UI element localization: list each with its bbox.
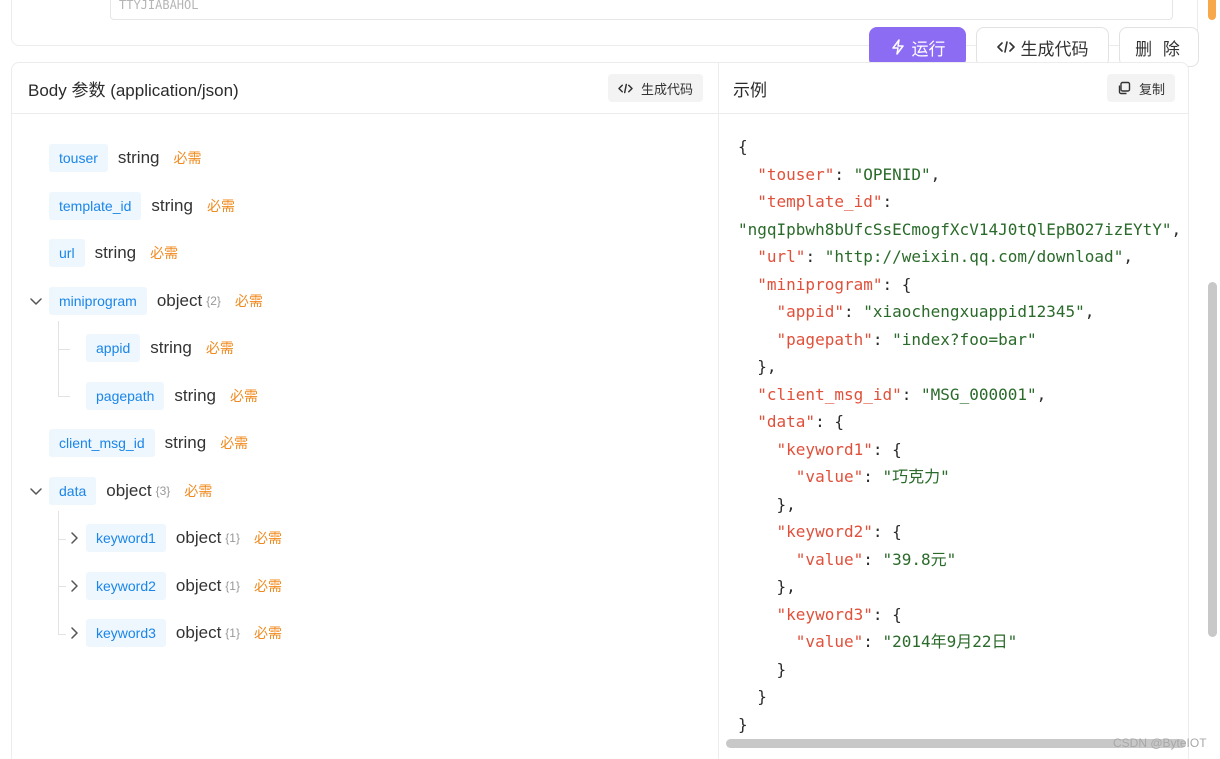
lightning-icon (891, 39, 904, 55)
field-name[interactable]: keyword1 (86, 524, 166, 552)
required-badge: 必需 (206, 198, 235, 214)
copy-button[interactable]: 复制 (1106, 74, 1175, 102)
field-name[interactable]: client_msg_id (49, 429, 155, 457)
child-count: {1} (225, 626, 240, 640)
required-badge: 必需 (184, 483, 213, 499)
schema-generate-code-label: 生成代码 (640, 81, 693, 97)
field-row: template_id string 必需 (49, 192, 235, 220)
field-row: appid string 必需 (86, 334, 234, 362)
schema-header: Body 参数 (application/json) 生成代码 (12, 63, 718, 114)
chevron-down-icon[interactable] (28, 483, 44, 499)
field-row: url string 必需 (49, 239, 178, 267)
field-row: data object {3} 必需 (49, 477, 212, 505)
required-badge: 必需 (220, 435, 249, 451)
param-input[interactable]: TTYJIABAHOL (110, 0, 1173, 20)
code-icon (996, 41, 1015, 53)
copy-icon (1118, 81, 1131, 95)
field-type: object (175, 576, 222, 595)
required-badge: 必需 (254, 625, 282, 641)
chevron-down-icon[interactable] (28, 293, 44, 309)
chevron-right-icon[interactable] (66, 578, 82, 594)
field-type: string (117, 148, 160, 167)
field-type: object (175, 528, 222, 547)
required-badge: 必需 (234, 293, 263, 309)
tree-line (58, 634, 66, 635)
required-badge: 必需 (205, 340, 234, 356)
example-header: 示例 复制 (719, 63, 1188, 114)
field-type: object (156, 291, 203, 310)
field-name[interactable]: miniprogram (49, 287, 147, 315)
required-badge: 必需 (150, 245, 179, 261)
field-name[interactable]: url (49, 239, 85, 267)
field-row: pagepath string 必需 (86, 382, 258, 410)
tree-line (58, 511, 59, 634)
field-row: touser string 必需 (49, 144, 202, 172)
field-name[interactable]: template_id (49, 192, 142, 220)
code-icon (618, 83, 633, 93)
tree-line (58, 349, 70, 350)
delete-button[interactable]: 删 除 (1119, 27, 1199, 67)
required-badge: 必需 (254, 578, 282, 594)
field-type: string (174, 386, 216, 405)
generate-code-label: 生成代码 (1020, 39, 1089, 59)
child-count: {2} (206, 294, 221, 308)
example-title: 示例 (733, 80, 767, 100)
schema-pane: Body 参数 (application/json) 生成代码 touser s… (12, 63, 719, 759)
field-type: string (164, 433, 207, 452)
page-vertical-scrollbar[interactable] (1208, 282, 1217, 637)
field-type: object (106, 481, 152, 500)
field-name[interactable]: appid (86, 334, 141, 362)
copy-label: 复制 (1138, 81, 1165, 97)
body-params-panel: Body 参数 (application/json) 生成代码 touser s… (11, 62, 1189, 759)
run-button-label: 运行 (911, 39, 946, 59)
tree-line (58, 396, 70, 397)
tree-line (58, 539, 66, 540)
schema-generate-code-button[interactable]: 生成代码 (607, 74, 703, 102)
child-count: {3} (155, 484, 171, 498)
field-name[interactable]: pagepath (86, 382, 165, 410)
field-name[interactable]: data (49, 477, 97, 505)
child-count: {1} (225, 579, 240, 593)
chevron-right-icon[interactable] (66, 530, 82, 546)
field-row: client_msg_id string 必需 (49, 429, 248, 457)
field-row: miniprogram object {2} 必需 (49, 287, 263, 315)
example-pane: 示例 复制 { "touser": "OPENID", "template_id… (719, 63, 1188, 759)
required-badge: 必需 (173, 150, 202, 166)
field-name[interactable]: keyword3 (86, 619, 166, 647)
generate-code-button[interactable]: 生成代码 (976, 27, 1109, 67)
run-button[interactable]: 运行 (869, 27, 966, 67)
watermark: CSDN @ByteIOT (1113, 736, 1207, 750)
field-type: string (94, 243, 137, 262)
field-row: keyword3 object {1} 必需 (86, 619, 282, 647)
field-name[interactable]: touser (49, 144, 108, 172)
field-name[interactable]: keyword2 (86, 572, 166, 600)
tree-line (58, 321, 59, 396)
field-type: string (150, 338, 192, 357)
required-badge: 必需 (229, 388, 258, 404)
field-row: keyword1 object {1} 必需 (86, 524, 282, 552)
field-row: keyword2 object {1} 必需 (86, 572, 282, 600)
field-type: object (175, 623, 222, 642)
required-badge: 必需 (254, 530, 282, 546)
tree-line (58, 586, 66, 587)
chevron-right-icon[interactable] (66, 625, 82, 641)
page-scroll-indicator[interactable] (1208, 0, 1216, 20)
delete-button-label: 删 除 (1135, 39, 1183, 59)
child-count: {1} (225, 531, 240, 545)
json-example-code[interactable]: { "touser": "OPENID", "template_id": "ng… (738, 133, 1181, 738)
schema-title: Body 参数 (application/json) (28, 80, 239, 100)
field-type: string (151, 196, 193, 215)
